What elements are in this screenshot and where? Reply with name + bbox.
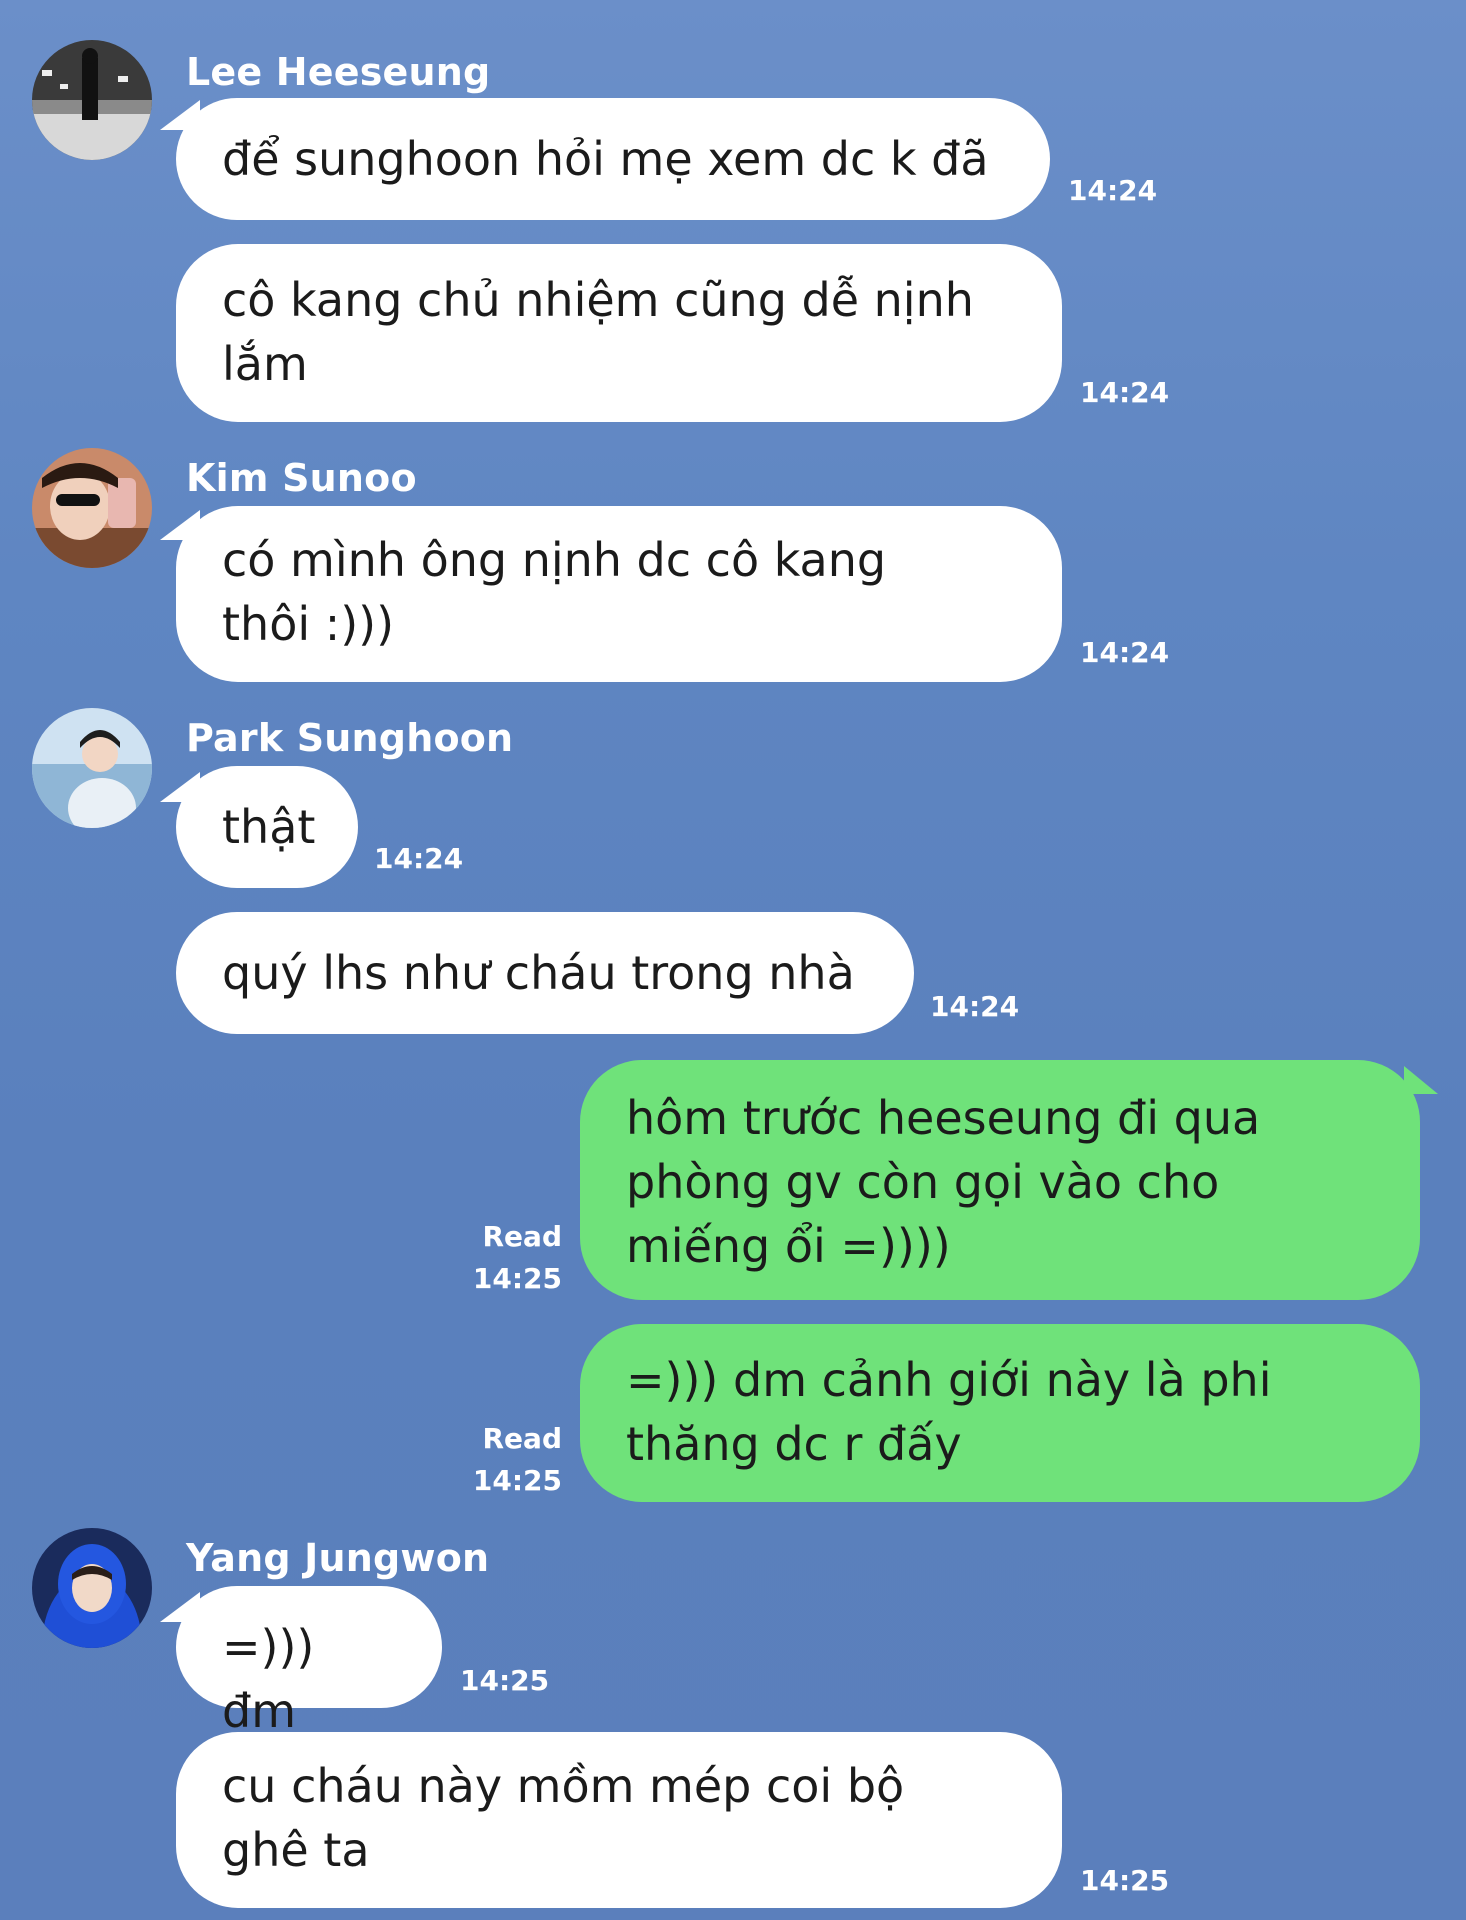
- person-walking-avatar-icon: [32, 40, 152, 160]
- message-bubble[interactable]: để sunghoon hỏi mẹ xem dc k đã: [176, 98, 1050, 220]
- message-bubble[interactable]: quý lhs như cháu trong nhà: [176, 912, 914, 1034]
- message-bubble[interactable]: cô kang chủ nhiệm cũng dễ nịnh lắm: [176, 244, 1062, 422]
- message-text: để sunghoon hỏi mẹ xem dc k đã: [222, 132, 989, 186]
- sender-name: Yang Jungwon: [186, 1536, 490, 1580]
- chat-thread[interactable]: Lee Heeseung để sunghoon hỏi mẹ xem dc k…: [0, 0, 1466, 1920]
- message-text: thật: [222, 800, 316, 854]
- message-bubble[interactable]: có mình ông nịnh dc cô kang thôi :))): [176, 506, 1062, 682]
- avatar-lee-heeseung[interactable]: [32, 40, 152, 160]
- message-bubble[interactable]: thật: [176, 766, 358, 888]
- message-text: =))) đm: [222, 1620, 315, 1738]
- bubble-tail: [1404, 1066, 1438, 1094]
- blue-hoodie-avatar-icon: [32, 1528, 152, 1648]
- message-time: 14:24: [930, 990, 1020, 1023]
- my-message-bubble[interactable]: =))) dm cảnh giới này là phi thăng dc r …: [580, 1324, 1420, 1502]
- message-time: 14:25: [1080, 1864, 1170, 1897]
- message-bubble[interactable]: =))) đm: [176, 1586, 442, 1738]
- avatar-kim-sunoo[interactable]: [32, 448, 152, 568]
- message-time: 14:25: [472, 1464, 562, 1497]
- my-message-bubble[interactable]: hôm trước heeseung đi qua phòng gv còn g…: [580, 1060, 1420, 1300]
- read-receipt: Read 14:25: [470, 1216, 562, 1300]
- message-text: hôm trước heeseung đi qua phòng gv còn g…: [626, 1091, 1261, 1273]
- message-time: 14:24: [1080, 636, 1170, 669]
- message-time: 14:25: [472, 1262, 562, 1295]
- message-text: cô kang chủ nhiệm cũng dễ nịnh lắm: [222, 273, 974, 391]
- message-text: có mình ông nịnh dc cô kang thôi :))): [222, 533, 887, 651]
- message-time: 14:24: [1068, 174, 1158, 207]
- message-text: cu cháu này mồm mép coi bộ ghê ta: [222, 1759, 905, 1877]
- read-status: Read: [482, 1422, 563, 1455]
- avatar-park-sunghoon[interactable]: [32, 708, 152, 828]
- read-receipt: Read 14:25: [470, 1418, 562, 1502]
- message-time: 14:24: [1080, 376, 1170, 409]
- seaside-avatar-icon: [32, 708, 152, 828]
- message-text: quý lhs như cháu trong nhà: [222, 946, 855, 1000]
- message-bubble[interactable]: cu cháu này mồm mép coi bộ ghê ta: [176, 1732, 1062, 1908]
- sender-name: Lee Heeseung: [186, 50, 491, 94]
- message-time: 14:25: [460, 1664, 550, 1697]
- selfie-avatar-icon: [32, 448, 152, 568]
- message-time: 14:24: [374, 842, 464, 875]
- sender-name: Park Sunghoon: [186, 716, 514, 760]
- sender-name: Kim Sunoo: [186, 456, 417, 500]
- avatar-yang-jungwon[interactable]: [32, 1528, 152, 1648]
- read-status: Read: [482, 1220, 563, 1253]
- message-text: =))) dm cảnh giới này là phi thăng dc r …: [626, 1353, 1272, 1471]
